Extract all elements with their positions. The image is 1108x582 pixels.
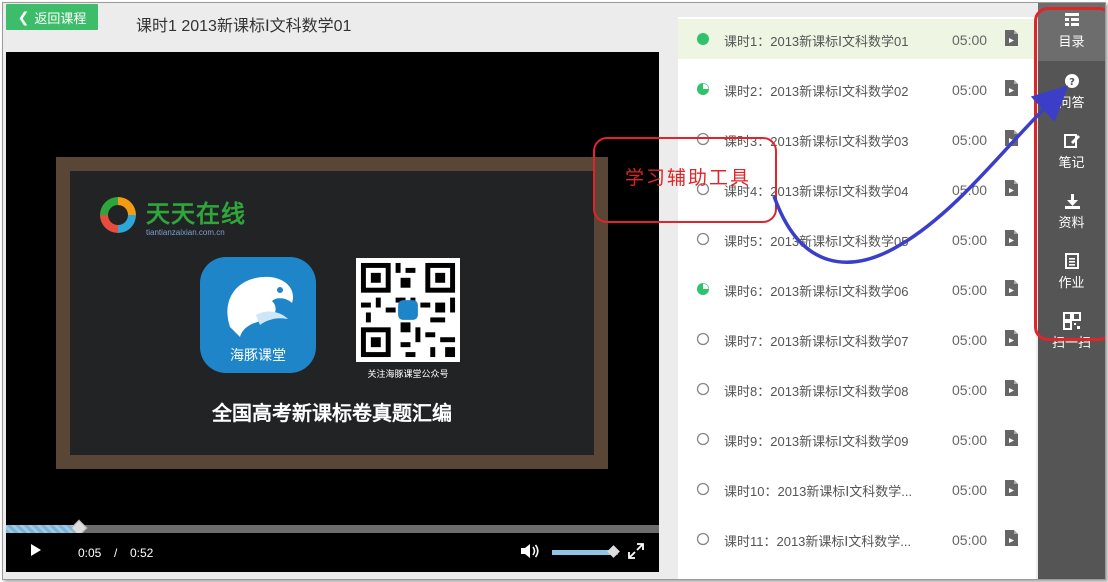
lesson-item[interactable]: 课时2：2013新课标Ⅰ文科数学02 05:00 (678, 69, 1036, 109)
volume-icon[interactable] (520, 543, 540, 559)
lesson-title: 课时9：2013新课标Ⅰ文科数学09 (724, 434, 909, 449)
status-empty-icon (696, 382, 710, 396)
status-partial-icon (697, 283, 709, 295)
lesson-duration: 05:00 (952, 132, 988, 148)
video-file-icon[interactable] (1005, 280, 1018, 296)
logo-title: 天天在线 (146, 199, 246, 228)
video-progress-bar[interactable] (6, 519, 659, 537)
lesson-title: 课时6：2013新课标Ⅰ文科数学06 (724, 284, 909, 299)
volume-fill (552, 550, 614, 555)
lesson-item[interactable]: 课时7：2013新课标Ⅰ文科数学07 05:00 (678, 319, 1036, 359)
annotation-label: 学习辅助工具 (625, 167, 752, 189)
lesson-title: 课时7：2013新课标Ⅰ文科数学07 (724, 334, 909, 349)
page-title: 课时1 2013新课标Ⅰ文科数学01 (136, 18, 352, 35)
status-empty-icon (696, 532, 710, 546)
video-file-icon[interactable] (1005, 530, 1018, 546)
lesson-title: 课时10：2013新课标Ⅰ文科数学... (724, 484, 913, 499)
lesson-duration: 05:00 (952, 382, 988, 398)
lesson-duration: 05:00 (952, 332, 988, 348)
app-window: ❮ 返回课程 课时1 2013新课标Ⅰ文科数学01 天天在线 tiantianz… (2, 2, 1106, 580)
video-file-icon[interactable] (1005, 130, 1018, 146)
fullscreen-icon[interactable] (628, 543, 644, 559)
back-button-label: 返回课程 (34, 10, 87, 26)
lesson-item[interactable]: 课时11：2013新课标Ⅰ文科数学... 05:00 (678, 519, 1036, 559)
lesson-item[interactable]: 课时1：2013新课标Ⅰ文科数学01 05:00 (678, 19, 1036, 59)
video-file-icon[interactable] (1005, 180, 1018, 196)
lesson-item[interactable]: 课时9：2013新课标Ⅰ文科数学09 05:00 (678, 419, 1036, 459)
lesson-title: 课时11：2013新课标Ⅰ文科数学... (724, 534, 912, 549)
status-empty-icon (696, 432, 710, 446)
video-file-icon[interactable] (1005, 80, 1018, 96)
lesson-duration: 05:00 (952, 532, 988, 548)
lesson-duration: 05:00 (952, 182, 988, 198)
video-file-icon[interactable] (1005, 30, 1018, 46)
lesson-item[interactable]: 课时6：2013新课标Ⅰ文科数学06 05:00 (678, 269, 1036, 309)
lesson-duration: 05:00 (952, 82, 988, 98)
lesson-title: 课时2：2013新课标Ⅰ文科数学02 (724, 84, 909, 99)
volume-handle[interactable] (607, 545, 621, 558)
lesson-item[interactable]: 课时5：2013新课标Ⅰ文科数学05 05:00 (678, 219, 1036, 259)
lesson-duration: 05:00 (952, 32, 988, 48)
video-progress-fill (6, 525, 78, 533)
video-frame-blackboard: 天天在线 tiantianzaixian.com.cn 海豚课堂 关注海豚课堂公… (56, 157, 608, 469)
lesson-title: 课时8：2013新课标Ⅰ文科数学08 (724, 384, 909, 399)
status-empty-icon (696, 332, 710, 346)
logo-url: tiantianzaixian.com.cn (146, 227, 225, 237)
play-icon[interactable] (31, 544, 41, 556)
qrcode-caption: 关注海豚课堂公众号 (367, 369, 449, 379)
status-partial-icon (697, 83, 709, 95)
lesson-duration: 05:00 (952, 432, 988, 448)
video-file-icon[interactable] (1005, 230, 1018, 246)
board-caption: 全国高考新课标卷真题汇编 (212, 401, 452, 425)
lesson-title: 课时5：2013新课标Ⅰ文科数学05 (724, 234, 909, 249)
qrcode-image (356, 258, 460, 362)
lesson-list: 课时1：2013新课标Ⅰ文科数学01 05:00 课时2：2013新课标Ⅰ文科数学0… (678, 17, 1036, 579)
time-separator: / (114, 546, 118, 560)
status-empty-icon (696, 482, 710, 496)
video-file-icon[interactable] (1005, 330, 1018, 346)
app-label: 海豚课堂 (230, 347, 286, 363)
chevron-left-icon: ❮ (17, 9, 30, 25)
video-controls: 0:05 / 0:52 (6, 533, 659, 572)
back-to-course-button[interactable]: ❮ 返回课程 (6, 4, 98, 30)
annotation-highlight-box (1034, 7, 1105, 341)
lesson-title: 课时1：2013新课标Ⅰ文科数学01 (724, 34, 909, 49)
lesson-duration: 05:00 (952, 232, 988, 248)
dolphin-icon (227, 276, 294, 337)
current-time: 0:05 (78, 546, 102, 560)
video-file-icon[interactable] (1005, 380, 1018, 396)
tiantian-logo: 天天在线 tiantianzaixian.com.cn (96, 193, 246, 237)
blackboard-surface: 天天在线 tiantianzaixian.com.cn 海豚课堂 关注海豚课堂公… (70, 171, 594, 455)
status-complete-icon (697, 33, 709, 45)
dolphin-app-icon: 海豚课堂 (200, 257, 316, 373)
lesson-duration: 05:00 (952, 282, 988, 298)
video-file-icon[interactable] (1005, 430, 1018, 446)
lesson-item[interactable]: 课时8：2013新课标Ⅰ文科数学08 05:00 (678, 369, 1036, 409)
swirl-logo-icon (100, 197, 136, 233)
total-duration: 0:52 (130, 546, 154, 560)
lesson-duration: 05:00 (952, 482, 988, 498)
video-file-icon[interactable] (1005, 480, 1018, 496)
video-player[interactable]: 天天在线 tiantianzaixian.com.cn 海豚课堂 关注海豚课堂公… (6, 52, 659, 572)
lesson-item[interactable]: 课时10：2013新课标Ⅰ文科数学... 05:00 (678, 469, 1036, 509)
volume-slider[interactable] (552, 545, 621, 558)
status-empty-icon (696, 232, 710, 246)
